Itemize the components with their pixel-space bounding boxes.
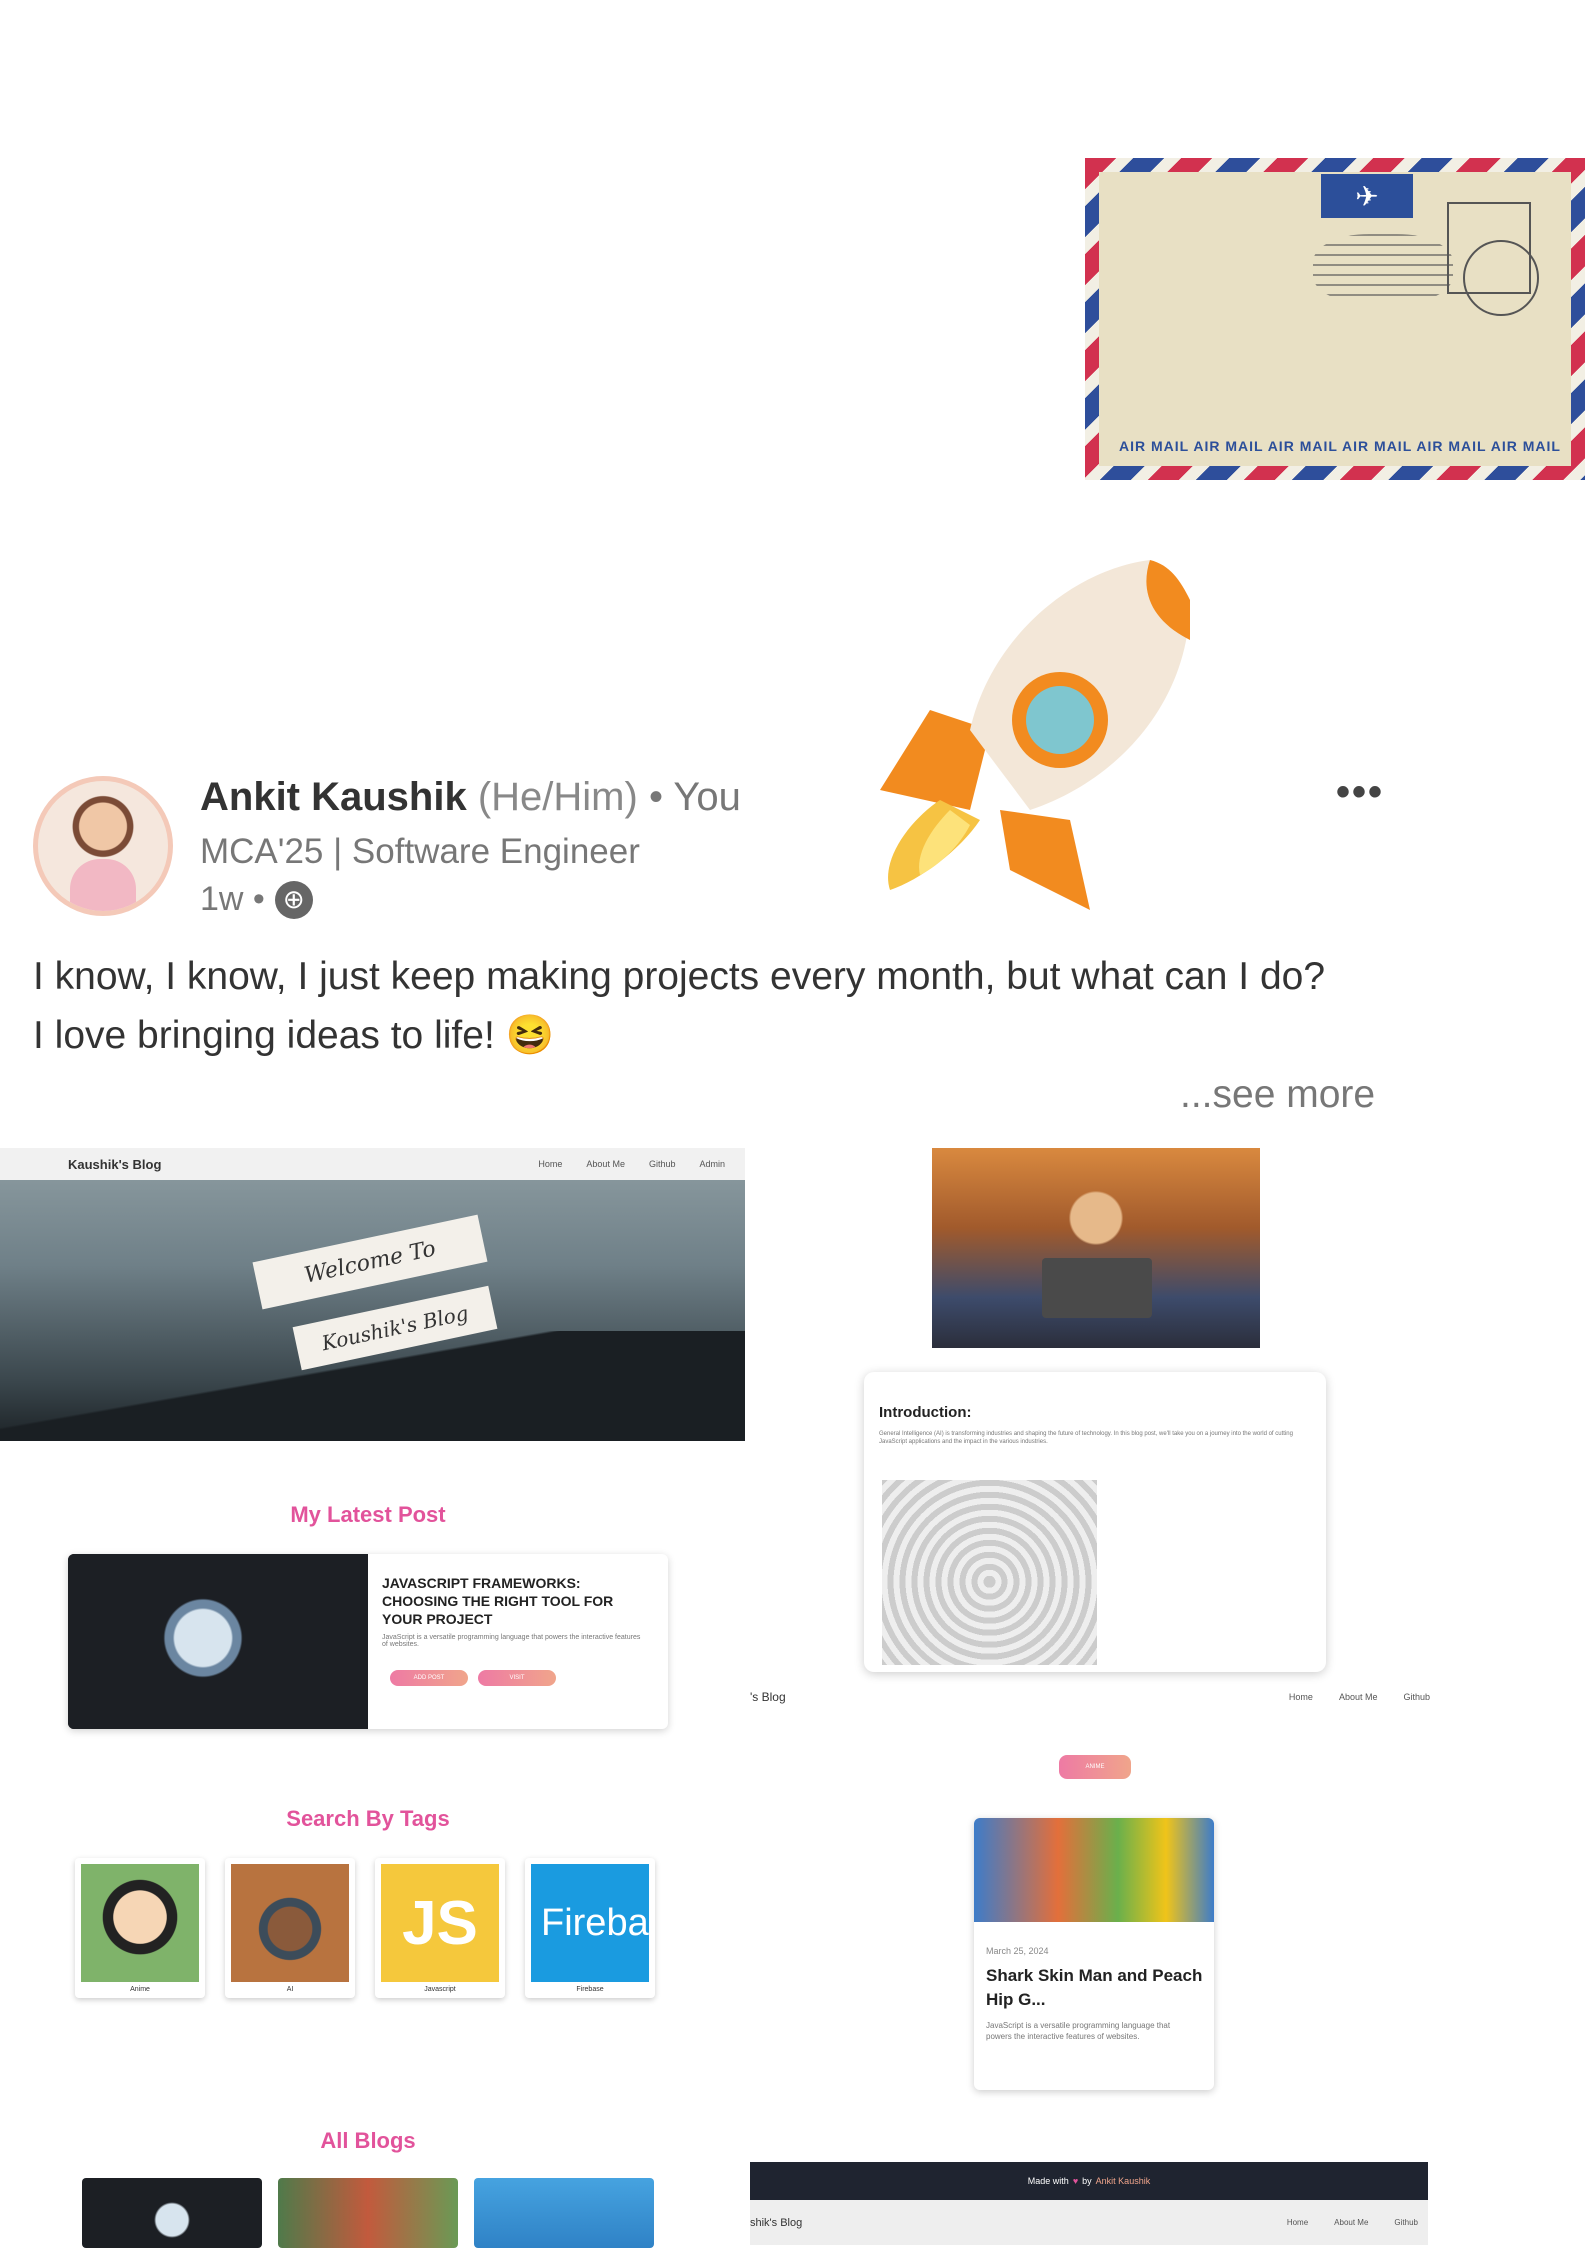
nav-about[interactable]: About Me	[1334, 2218, 1368, 2227]
add-post-button[interactable]: ADD POST	[390, 1670, 468, 1686]
made-with-text: Made with	[1027, 2176, 1069, 2186]
anime-page-navbar: 's Blog Home About Me Github	[750, 1672, 1430, 1722]
nav-github[interactable]: Github	[649, 1159, 676, 1169]
all-blogs-heading: All Blogs	[320, 2128, 416, 2153]
latest-post-image	[68, 1554, 368, 1729]
postmark-waves	[1313, 234, 1453, 304]
post-office-stamp	[1447, 202, 1539, 316]
intro-text: General Intelligence (AI) is transformin…	[879, 1431, 1293, 1445]
nav-admin[interactable]: Admin	[699, 1159, 725, 1169]
blog-thumbnail[interactable]	[82, 2178, 262, 2248]
air-mail-label: AIR MAIL	[1267, 438, 1338, 454]
anime-thumbnail	[81, 1864, 199, 1982]
air-mail-strip: AIR MAIL AIR MAIL AIR MAIL AIR MAIL AIR …	[1119, 438, 1561, 454]
anime-page-nav-links: Home About Me Github	[1289, 1692, 1430, 1702]
nav-about[interactable]: About Me	[1339, 1692, 1378, 1702]
tag-card-javascript[interactable]: JS Javascript	[375, 1858, 505, 1998]
nav-github[interactable]: Github	[1394, 2218, 1418, 2227]
latest-post-heading: My Latest Post	[290, 1502, 446, 1527]
author-headline: MCA'25 | Software Engineer	[200, 832, 640, 871]
javascript-thumbnail: JS	[381, 1864, 499, 1982]
air-mail-label: AIR MAIL	[1193, 438, 1264, 454]
post-time: 1w • ⊕	[200, 880, 313, 919]
latest-post-card[interactable]: JAVASCRIPT FRAMEWORKS: CHOOSING THE RIGH…	[68, 1554, 668, 1729]
more-options-button[interactable]: •••	[1336, 770, 1384, 815]
blog-nav-links: Home About Me Github Admin	[538, 1159, 725, 1169]
latest-post-title: JAVASCRIPT FRAMEWORKS: CHOOSING THE RIGH…	[382, 1575, 614, 1627]
post-timestamp: 1w •	[200, 880, 265, 918]
laptop-icon	[1042, 1258, 1152, 1318]
blog-desc: JavaScript is a versatile programming la…	[986, 2021, 1171, 2041]
nav-about[interactable]: About Me	[586, 1159, 625, 1169]
nav-home[interactable]: Home	[1287, 2218, 1308, 2227]
rocket-icon	[880, 560, 1190, 910]
post-text-line-1: I know, I know, I just keep making proje…	[33, 955, 1326, 998]
author-relation: • You	[648, 775, 741, 819]
author-avatar[interactable]	[33, 776, 173, 916]
made-with-footer: Made with ♥ by Ankit Kaushik	[750, 2162, 1428, 2200]
tags-heading: Search By Tags	[286, 1806, 450, 1831]
tag-label: Javascript	[405, 1982, 475, 1998]
blog-thumbnail[interactable]	[278, 2178, 458, 2248]
nav-github[interactable]: Github	[1403, 1692, 1430, 1702]
ai-thumbnail	[231, 1864, 349, 1982]
footer-brand: shik's Blog	[750, 2216, 803, 2229]
air-mail-label: AIR MAIL	[1342, 438, 1413, 454]
heart-icon: ♥	[1072, 2176, 1079, 2186]
blog-thumbnail[interactable]	[474, 2178, 654, 2248]
blog-title: Shark Skin Man and Peach Hip G...	[986, 1966, 1203, 2009]
nav-home[interactable]: Home	[1289, 1692, 1313, 1702]
airplane-icon: ✈	[1321, 174, 1413, 218]
airmail-envelope-image: ✈ AIR MAIL AIR MAIL AIR MAIL AIR MAIL AI…	[1085, 158, 1585, 480]
blog-date: March 25, 2024	[986, 1946, 1049, 1956]
author-name-line: Ankit Kaushik (He/Him) • You	[200, 775, 741, 820]
anime-blog-card[interactable]: March 25, 2024 Shark Skin Man and Peach …	[974, 1818, 1214, 2090]
footer-author-link[interactable]: Ankit Kaushik	[1096, 2176, 1151, 2186]
footer-nav-links: Home About Me Github	[1287, 2218, 1418, 2227]
by-text: by	[1082, 2176, 1092, 2186]
nav-home[interactable]: Home	[538, 1159, 562, 1169]
blog-brand: Kaushik's Blog	[68, 1156, 162, 1172]
article-intro-card: Introduction: General Intelligence (AI) …	[864, 1372, 1326, 1672]
author-name[interactable]: Ankit Kaushik	[200, 775, 467, 819]
air-mail-label: AIR MAIL	[1119, 438, 1190, 454]
anime-blog-image	[974, 1818, 1214, 1922]
intro-illustration	[882, 1480, 1097, 1665]
tag-card-firebase[interactable]: Fireba Firebase	[525, 1858, 655, 1998]
anime-page-brand: 's Blog	[750, 1690, 786, 1704]
blog-navbar: Kaushik's Blog Home About Me Github Admi…	[0, 1148, 745, 1180]
firebase-thumbnail: Fireba	[531, 1864, 649, 1982]
footer-page-navbar: shik's Blog Home About Me Github	[750, 2200, 1428, 2245]
author-pronouns: (He/Him)	[477, 775, 638, 819]
latest-post-desc: JavaScript is a versatile programming la…	[382, 1634, 641, 1648]
blog-hero-screenshot: Kaushik's Blog Home About Me Github Admi…	[0, 1148, 745, 1441]
see-more-link[interactable]: ...see more	[1180, 1073, 1375, 1117]
tag-card-ai[interactable]: AI	[225, 1858, 355, 1998]
tag-card-anime[interactable]: Anime	[75, 1858, 205, 1998]
globe-icon: ⊕	[274, 880, 313, 919]
tag-label: Anime	[105, 1982, 175, 1998]
air-mail-label: AIR MAIL	[1490, 438, 1561, 454]
post-text-line-2: I love bringing ideas to life! 😆	[33, 1014, 555, 1057]
anime-tag-pill[interactable]: ANIME	[1059, 1755, 1131, 1779]
developer-illustration	[932, 1148, 1260, 1348]
tag-label: AI	[255, 1982, 325, 1998]
tag-label: Firebase	[555, 1982, 625, 1998]
air-mail-label: AIR MAIL	[1416, 438, 1487, 454]
visit-button[interactable]: VISIT	[478, 1670, 556, 1686]
intro-title: Introduction:	[879, 1404, 972, 1421]
